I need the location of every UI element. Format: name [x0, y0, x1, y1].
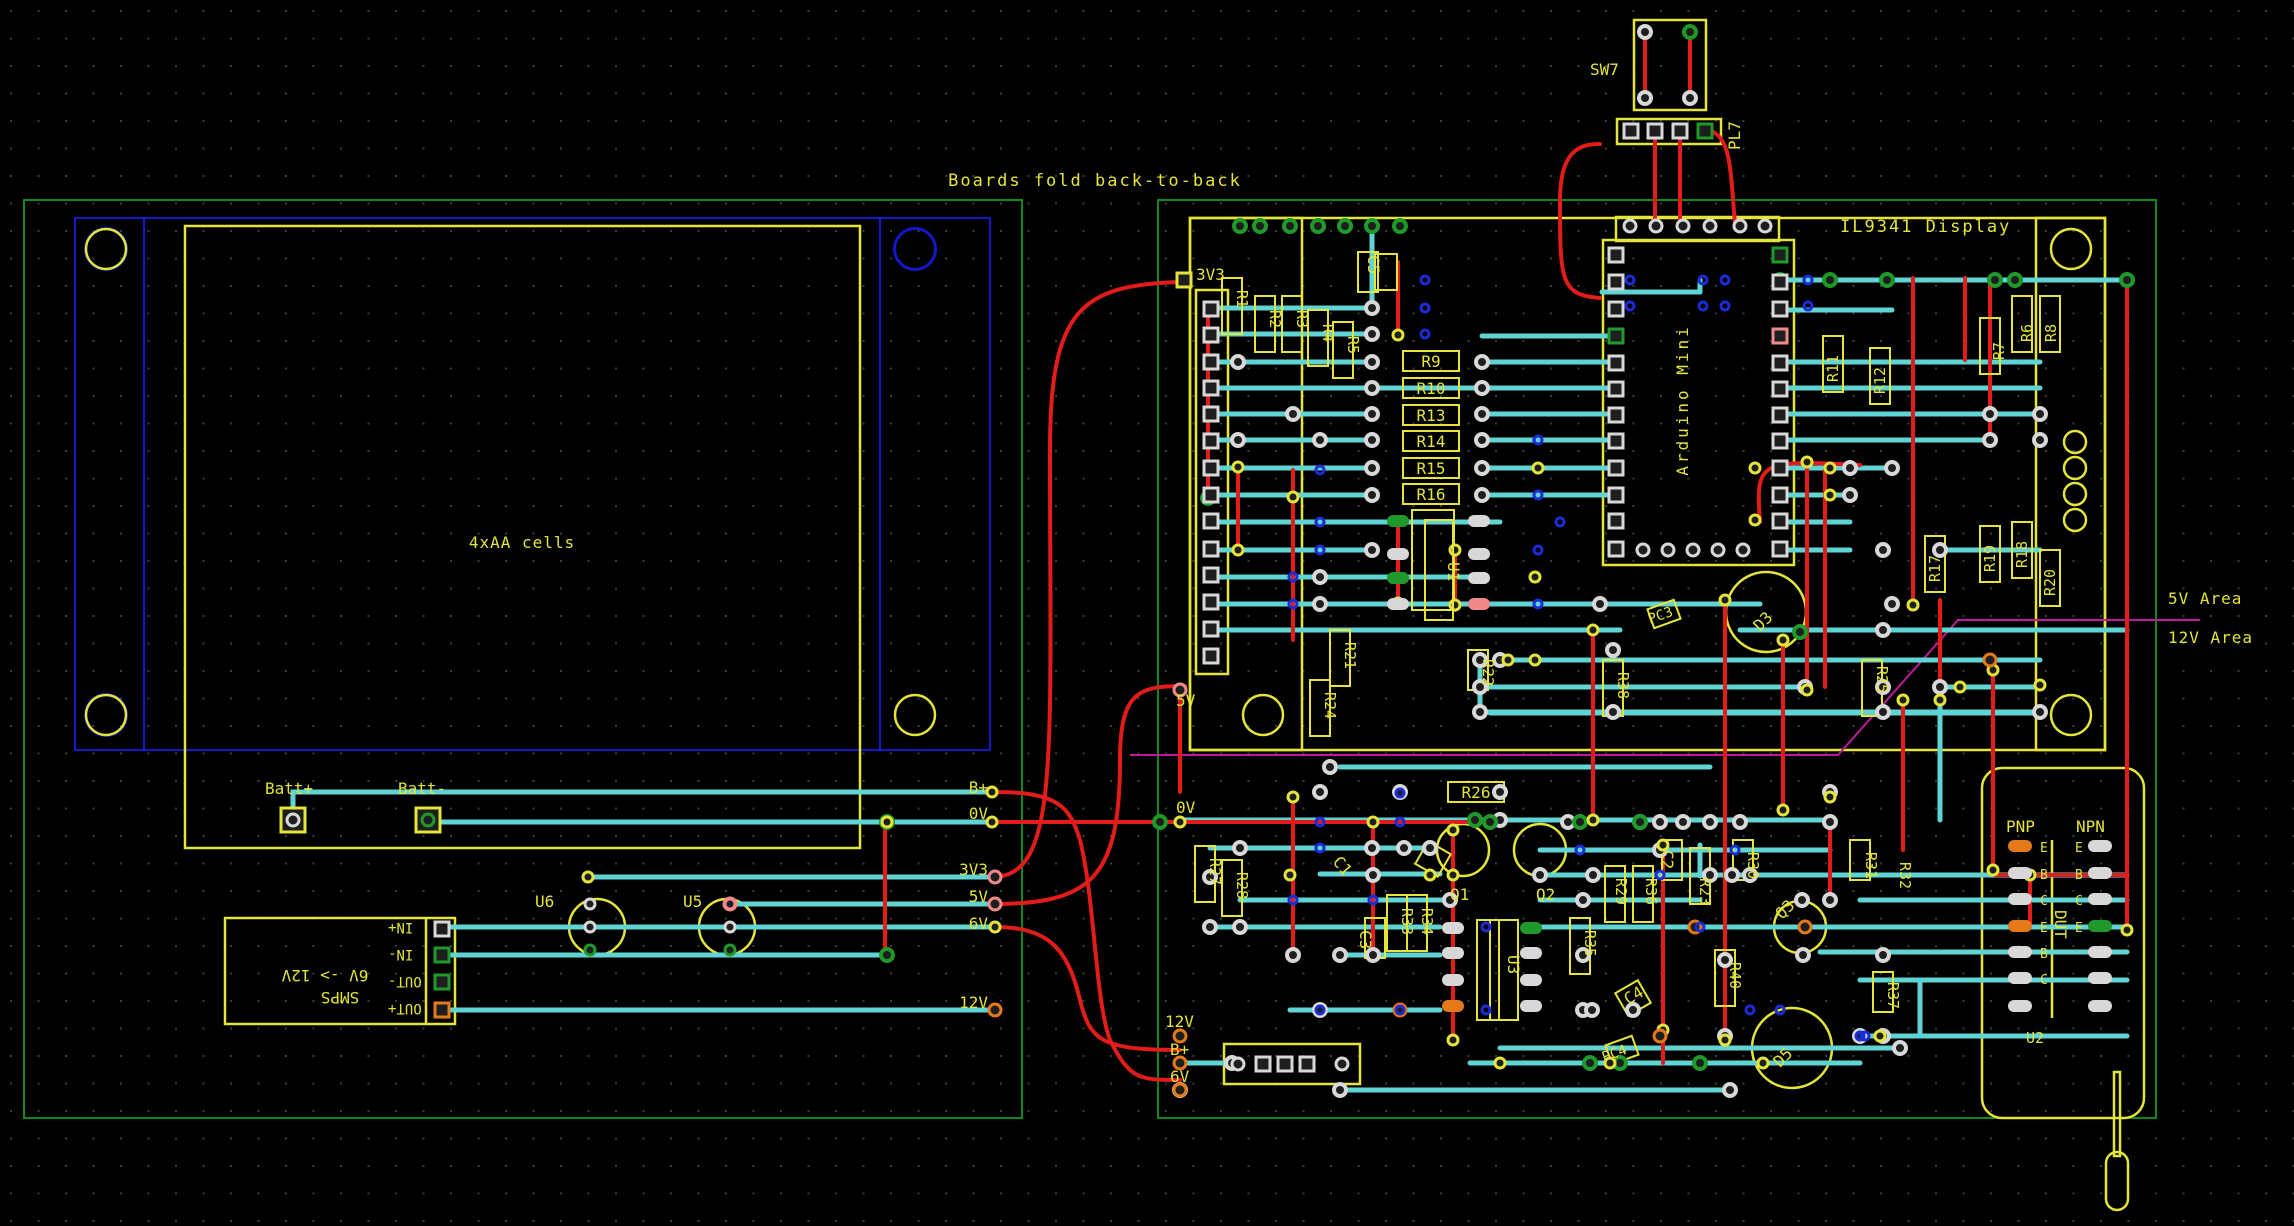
- ref-pl7: PL7: [1725, 121, 1744, 150]
- ref-u5: U5: [683, 892, 702, 911]
- ref-r36: R36: [1642, 878, 1660, 905]
- ref-r21: R21: [1341, 642, 1359, 669]
- ref-r26: R26: [1462, 783, 1491, 802]
- pin-label-e: E: [2075, 921, 2083, 936]
- ref-r1: R1: [1233, 290, 1251, 308]
- pnp-label: PNP: [2006, 817, 2035, 836]
- rail-label-12v: 12V: [959, 993, 988, 1012]
- rail-label-6v: 6V: [969, 914, 989, 933]
- ref-q2: Q2: [1536, 885, 1555, 904]
- pin-label-c: C: [2040, 894, 2048, 909]
- display-label: IL9341 Display: [1840, 217, 2011, 237]
- smps-pin-label: OUT+: [388, 1000, 422, 1016]
- ref-r22: R22: [1479, 659, 1497, 686]
- pin-label-b: B: [2040, 868, 2048, 883]
- ref-r28: R28: [1233, 872, 1251, 899]
- ref-r10: R10: [1417, 379, 1446, 398]
- ref-r25: R25: [1873, 666, 1891, 693]
- ref-r17: R17: [1926, 555, 1944, 582]
- ref-r34: R34: [1418, 908, 1436, 935]
- batt-minus-label: Batt-: [398, 779, 446, 798]
- ref-r2: R2: [1266, 310, 1284, 328]
- ref-r9: R9: [1421, 352, 1440, 371]
- ref-r24: R24: [1321, 692, 1339, 719]
- ref-r7: R7: [1990, 342, 2008, 360]
- ref-u3: U3: [1504, 955, 1523, 974]
- ref-r40: R40: [1726, 962, 1744, 989]
- rail-label-5v: 5V: [969, 887, 989, 906]
- smps-voltage-label: 6V -> 12V: [281, 966, 368, 985]
- battery-label: 4xAA cells: [469, 533, 575, 552]
- rail-label-bplus: B+: [969, 778, 988, 797]
- ref-r23: R23: [1696, 878, 1714, 905]
- rail-label-3v3: 3V3: [959, 860, 988, 879]
- ref-r33: R33: [1398, 908, 1416, 935]
- pin-label-b: B: [2075, 868, 2083, 883]
- ref-r14: R14: [1417, 432, 1446, 451]
- ref-r31: R31: [1862, 852, 1880, 879]
- ref-r4: R4: [1319, 324, 1337, 342]
- smps-pin-label: OUT-: [388, 973, 422, 989]
- ref-c5: C5: [1364, 255, 1383, 274]
- rail-label-0v: 0V: [969, 804, 989, 823]
- ref-r35: R35: [1581, 930, 1599, 957]
- batt-plus-label: Batt+: [265, 779, 313, 798]
- rail-label-5v-right: 5V: [1176, 691, 1196, 710]
- ref-r19: R19: [1981, 545, 1999, 572]
- ref-r37: R37: [1884, 982, 1902, 1009]
- ref-r16: R16: [1417, 485, 1446, 504]
- ref-r6: R6: [2018, 324, 2036, 342]
- ref-sw7: SW7: [1590, 60, 1619, 79]
- ref-r38: R38: [1614, 672, 1632, 699]
- ref-q1: Q1: [1450, 885, 1469, 904]
- smps-pin-label: IN-: [388, 946, 413, 962]
- ref-r30: R30: [1744, 852, 1762, 879]
- rail-label-bplus-right: B+: [1170, 1040, 1189, 1059]
- pin-label-e: E: [2040, 841, 2048, 856]
- fold-note: Boards fold back-to-back: [948, 171, 1242, 191]
- rail-label-6v-right: 6V: [1170, 1067, 1190, 1086]
- pin-label-e: E: [2075, 841, 2083, 856]
- pin-label-e: E: [2040, 921, 2048, 936]
- rail-label-3v3-right: 3V3: [1196, 265, 1225, 284]
- rail-label-0v-right: 0V: [1176, 798, 1196, 817]
- ref-c3: C3: [1356, 930, 1375, 949]
- dut-label: DUT: [2051, 910, 2070, 939]
- area-12v-label: 12V Area: [2168, 628, 2253, 647]
- ref-r15: R15: [1417, 459, 1446, 478]
- ref-c2: C2: [1658, 850, 1677, 869]
- pin-label-c: C: [2075, 894, 2083, 909]
- ref-u2: U2: [2026, 1029, 2044, 1047]
- smps-label: SMPS: [321, 988, 360, 1007]
- arduino-label: Arduino Mini: [1673, 324, 1692, 476]
- pin-label-b: B: [2040, 947, 2048, 962]
- rail-label-12v-right: 12V: [1165, 1012, 1194, 1031]
- pin-label-c: C: [2040, 973, 2048, 988]
- ref-r27: R27: [1206, 858, 1224, 885]
- ref-r20: R20: [2041, 569, 2059, 596]
- pcb-layout-canvas: Boards fold back-to-back IL9341 Display …: [0, 0, 2294, 1226]
- ref-r13: R13: [1417, 406, 1446, 425]
- ref-r5: R5: [1344, 336, 1362, 354]
- ref-u6: U6: [535, 892, 554, 911]
- ref-r29: R29: [1612, 878, 1630, 905]
- ref-r8: R8: [2042, 324, 2060, 342]
- smps-pin-label: IN+: [388, 919, 413, 935]
- area-5v-label: 5V Area: [2168, 589, 2242, 608]
- npn-label: NPN: [2076, 817, 2105, 836]
- ref-r12: R12: [1871, 367, 1889, 394]
- ref-r11: R11: [1824, 355, 1842, 382]
- ref-r32: R32: [1896, 862, 1914, 889]
- ref-u1: U1: [1444, 562, 1463, 581]
- ref-r18: R18: [2013, 541, 2031, 568]
- ref-r3: R3: [1293, 310, 1311, 328]
